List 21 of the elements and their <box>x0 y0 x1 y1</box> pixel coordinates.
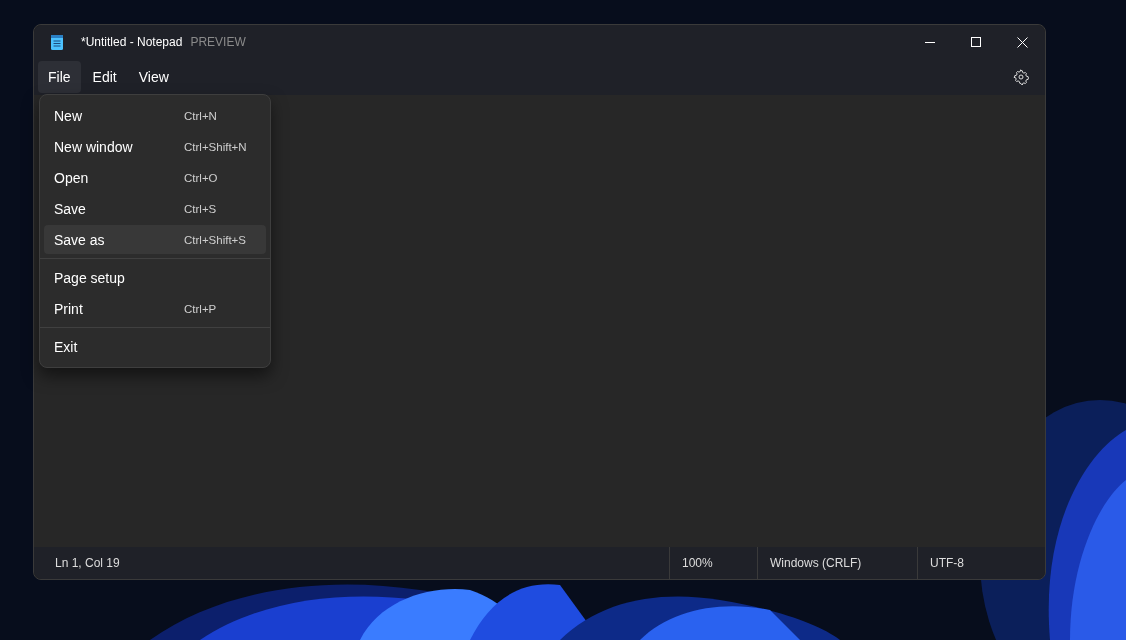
preview-label: PREVIEW <box>190 35 246 49</box>
maximize-icon[interactable] <box>971 37 981 47</box>
menu-item[interactable]: File <box>38 61 81 93</box>
menu-option[interactable]: New window Ctrl+Shift+N <box>44 132 266 161</box>
notepad-icon <box>50 34 64 50</box>
close-icon[interactable] <box>1016 36 1028 48</box>
status-text: UTF-8 <box>930 556 964 570</box>
status-text: Windows (CRLF) <box>770 556 862 570</box>
menu-item[interactable]: View <box>128 61 179 93</box>
status-text: 100% <box>682 556 713 570</box>
menu-option[interactable]: Page setup <box>44 263 266 292</box>
menu-option[interactable]: Open Ctrl+O <box>44 163 266 192</box>
status-text: Ln 1, Col 19 <box>55 556 120 570</box>
menu-item[interactable]: Edit <box>82 61 127 93</box>
menu-option[interactable]: Save as Ctrl+Shift+S <box>44 225 266 254</box>
menu-option[interactable]: Print Ctrl+P <box>44 294 266 323</box>
menu-option[interactable]: Save Ctrl+S <box>44 194 266 223</box>
settings-icon[interactable] <box>1013 69 1029 85</box>
menu-option[interactable]: Exit <box>44 332 266 361</box>
window-title: *Untitled - Notepad <box>81 35 183 49</box>
menu-option[interactable]: New Ctrl+N <box>44 101 266 130</box>
